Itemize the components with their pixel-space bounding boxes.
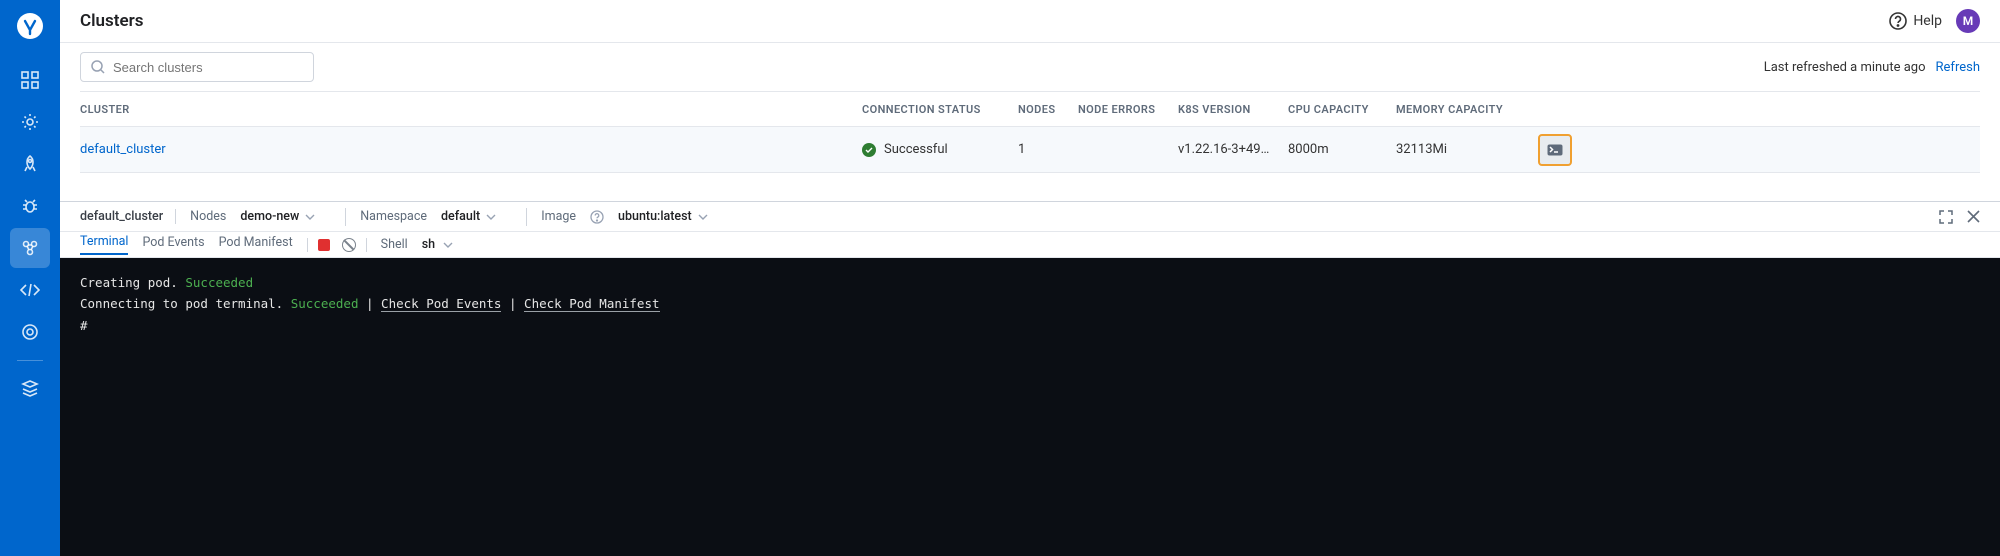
app-logo[interactable] — [16, 12, 44, 40]
shell-select[interactable]: sh — [422, 237, 453, 252]
cell-mem: 32113Mi — [1396, 142, 1508, 157]
cell-k8s: v1.22.16-3+49… — [1178, 142, 1288, 157]
tab-terminal[interactable]: Terminal — [80, 234, 128, 255]
last-refreshed-text: Last refreshed a minute ago — [1764, 60, 1926, 75]
clear-icon[interactable] — [342, 238, 356, 252]
terminal-button[interactable] — [1538, 134, 1572, 166]
terminal-prompt: # — [80, 315, 1980, 336]
namespace-select[interactable]: default — [441, 209, 512, 224]
col-k8s-version: K8s Version — [1178, 103, 1288, 116]
cell-cpu: 8000m — [1288, 142, 1396, 157]
nav-admin-gear[interactable] — [10, 312, 50, 352]
search-input[interactable] — [113, 60, 303, 75]
help-circle-icon[interactable] — [590, 210, 604, 224]
status-text: Successful — [884, 142, 948, 157]
chevron-down-icon — [443, 242, 453, 248]
user-avatar[interactable]: M — [1956, 9, 1980, 33]
chevron-down-icon — [486, 214, 496, 220]
nav-deploy[interactable] — [10, 144, 50, 184]
terminal-output[interactable]: Creating pod. Succeeded Connecting to po… — [60, 258, 2000, 556]
expand-icon[interactable] — [1939, 210, 1953, 224]
nav-code[interactable] — [10, 270, 50, 310]
col-node-errors: Node Errors — [1078, 103, 1178, 116]
nav-clusters[interactable] — [10, 228, 50, 268]
col-mem: Memory Capacity — [1396, 103, 1508, 116]
nav-dashboard[interactable] — [10, 60, 50, 100]
search-icon — [91, 60, 105, 74]
nodes-select[interactable]: demo-new — [240, 209, 331, 224]
page-title: Clusters — [80, 11, 1889, 31]
col-nodes: Nodes — [1018, 103, 1078, 116]
chevron-down-icon — [305, 214, 315, 220]
page-header: Clusters Help M — [60, 0, 2000, 43]
tab-pod-manifest[interactable]: Pod Manifest — [219, 235, 293, 254]
sidebar-divider — [17, 360, 43, 361]
col-status: Connection Status — [862, 103, 1018, 116]
cell-nodes: 1 — [1018, 142, 1078, 157]
panel-cluster-name: default_cluster — [80, 209, 176, 224]
refresh-link[interactable]: Refresh — [1936, 60, 1980, 75]
cluster-name-link[interactable]: default_cluster — [80, 142, 166, 157]
image-select[interactable]: ubuntu:latest — [618, 209, 724, 224]
help-label: Help — [1913, 13, 1942, 29]
toolbar: Last refreshed a minute ago Refresh — [60, 43, 2000, 91]
shell-label: Shell — [381, 237, 408, 252]
left-sidebar — [0, 0, 60, 556]
nodes-label: Nodes — [190, 209, 226, 224]
close-icon[interactable] — [1967, 210, 1980, 224]
help-button[interactable]: Help — [1889, 12, 1942, 30]
col-cpu: CPU Capacity — [1288, 103, 1396, 116]
table-header: Cluster Connection Status Nodes Node Err… — [80, 91, 1980, 127]
check-pod-events-link[interactable]: Check Pod Events — [381, 296, 501, 312]
nav-stack[interactable] — [10, 369, 50, 409]
search-input-wrap[interactable] — [80, 52, 314, 82]
namespace-label: Namespace — [360, 209, 427, 224]
image-label: Image — [541, 209, 576, 224]
nav-bug[interactable] — [10, 186, 50, 226]
col-cluster: Cluster — [80, 103, 862, 116]
table-row[interactable]: default_cluster Successful 1 v1.22.16-3+… — [80, 127, 1980, 173]
nav-settings-gear[interactable] — [10, 102, 50, 142]
status-success-icon — [862, 143, 876, 157]
stop-icon[interactable] — [318, 239, 330, 251]
terminal-panel: default_cluster Nodes demo-new Namespace… — [60, 201, 2000, 556]
tab-pod-events[interactable]: Pod Events — [142, 235, 204, 254]
check-pod-manifest-link[interactable]: Check Pod Manifest — [524, 296, 659, 312]
chevron-down-icon — [698, 214, 708, 220]
